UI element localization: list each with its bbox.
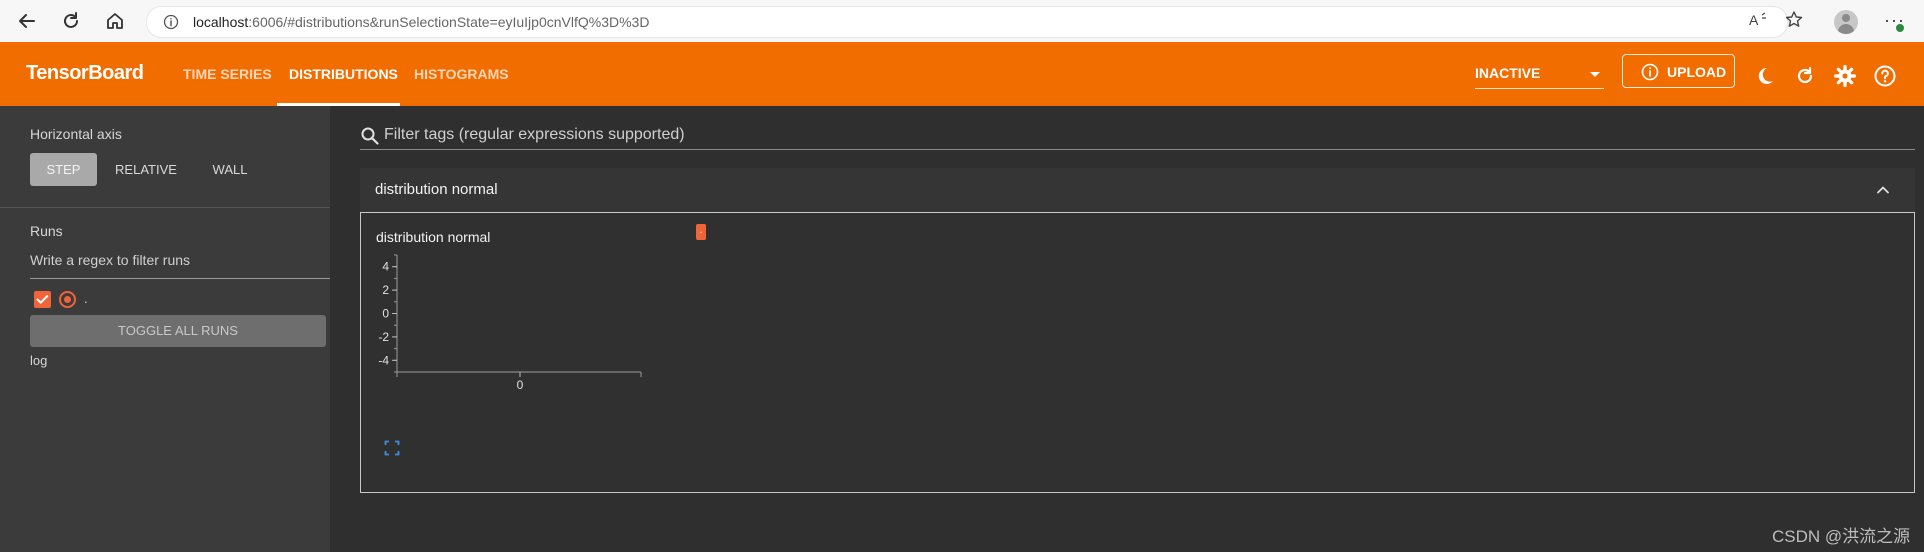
upload-button[interactable]: UPLOAD — [1622, 54, 1735, 88]
tag-group-title: distribution normal — [375, 181, 498, 198]
run-checkbox[interactable] — [34, 291, 51, 308]
url-text: localhost:6006/#distributions&runSelecti… — [193, 14, 650, 30]
checkmark-icon — [36, 295, 49, 304]
help-icon[interactable] — [1873, 64, 1897, 88]
x-axis: 0 — [396, 371, 642, 392]
runs-filter-input[interactable]: Write a regex to filter runs — [30, 252, 330, 279]
run-color-radio[interactable] — [59, 291, 76, 308]
y-tick-label: 2 — [382, 283, 389, 297]
y-axis: 4 2 0 -2 -4 — [378, 254, 398, 373]
y-tick-label: 4 — [382, 260, 389, 274]
site-info-icon[interactable] — [163, 14, 179, 30]
app-brand: TensorBoard — [26, 62, 144, 84]
sidebar-divider — [0, 207, 330, 208]
browser-toolbar: localhost:6006/#distributions&runSelecti… — [0, 0, 1924, 43]
tab-time-series[interactable]: TIME SERIES — [183, 66, 272, 82]
back-arrow-icon[interactable] — [16, 10, 38, 32]
upload-label: UPLOAD — [1667, 64, 1727, 80]
axis-step-button[interactable]: STEP — [30, 153, 97, 186]
tag-filter-underline — [360, 149, 1915, 150]
y-tick-label: -2 — [378, 330, 389, 344]
run-state-dropdown[interactable]: INACTIVE — [1475, 62, 1604, 89]
axis-wall-button[interactable]: WALL — [202, 153, 258, 186]
log-directory-label: log — [30, 353, 48, 368]
tab-distributions[interactable]: DISTRIBUTIONS — [289, 66, 398, 82]
read-aloud-icon[interactable]: A — [1747, 9, 1769, 31]
watermark-text: CSDN @洪流之源 — [1772, 527, 1911, 546]
toggle-all-runs-button[interactable]: TOGGLE ALL RUNS — [30, 315, 326, 347]
x-tick-label: 0 — [517, 378, 524, 392]
reload-icon[interactable] — [60, 10, 82, 32]
favorites-star-icon[interactable] — [1783, 9, 1805, 31]
run-name: . — [84, 291, 88, 306]
dropdown-caret-icon — [1590, 72, 1600, 77]
svg-text:A: A — [1749, 12, 1759, 28]
run-chip: . — [696, 224, 706, 240]
y-tick-label: 0 — [382, 307, 389, 321]
tag-filter-input[interactable]: Filter tags (regular expressions support… — [384, 126, 685, 144]
dark-mode-icon[interactable] — [1753, 64, 1777, 88]
extension-badge — [1896, 24, 1904, 32]
axis-relative-button[interactable]: RELATIVE — [108, 153, 184, 186]
distribution-card: distribution normal . 4 2 0 -2 -4 0 — [360, 212, 1915, 493]
horizontal-axis-label: Horizontal axis — [30, 126, 122, 142]
runs-filter-placeholder: Write a regex to filter runs — [30, 252, 191, 268]
card-title: distribution normal — [376, 229, 491, 245]
refresh-icon[interactable] — [1793, 64, 1817, 88]
app-header: TensorBoard TIME SERIES DISTRIBUTIONS HI… — [0, 42, 1924, 106]
y-tick-label: -4 — [378, 353, 389, 367]
home-icon[interactable] — [104, 10, 126, 32]
distribution-chart: 4 2 0 -2 -4 0 — [378, 254, 642, 392]
profile-avatar[interactable] — [1834, 10, 1858, 34]
tab-histograms[interactable]: HISTOGRAMS — [414, 66, 509, 82]
fullscreen-expand-icon[interactable] — [384, 440, 400, 456]
info-icon — [1641, 63, 1659, 81]
runs-label: Runs — [30, 223, 63, 239]
address-bar[interactable]: localhost:6006/#distributions&runSelecti… — [146, 6, 1788, 38]
tag-group-header[interactable]: distribution normal — [360, 168, 1915, 213]
settings-gear-icon[interactable] — [1833, 64, 1857, 88]
chevron-up-icon[interactable] — [1875, 182, 1891, 198]
run-state-value: INACTIVE — [1475, 65, 1541, 81]
search-icon — [361, 127, 379, 145]
